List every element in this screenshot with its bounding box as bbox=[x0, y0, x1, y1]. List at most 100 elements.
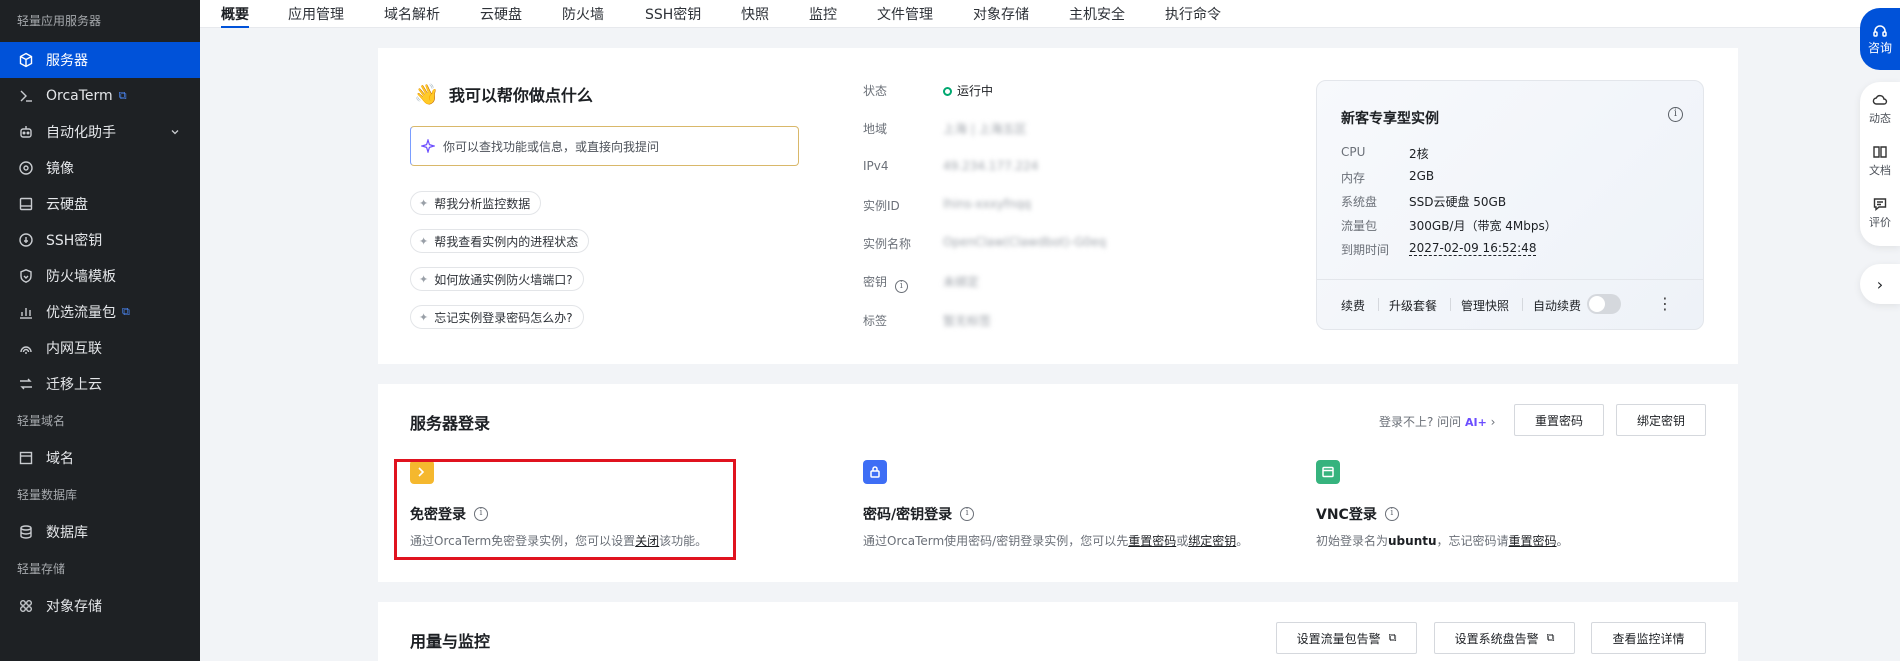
ai-suggestion-chip[interactable]: ✦ 如何放通实例防火墙端口? bbox=[410, 267, 584, 291]
tab-overview[interactable]: 概要 bbox=[221, 4, 249, 28]
news-button[interactable]: 动态 bbox=[1860, 92, 1900, 126]
tab-file-management[interactable]: 文件管理 bbox=[877, 4, 933, 24]
feedback-button[interactable]: 评价 bbox=[1860, 196, 1900, 230]
tag-label: 标签 bbox=[863, 314, 888, 328]
manage-snapshot-link[interactable]: 管理快照 bbox=[1461, 297, 1509, 314]
docs-button[interactable]: 文档 bbox=[1860, 144, 1900, 178]
tab-snapshot[interactable]: 快照 bbox=[741, 4, 769, 24]
sidebar-item-domain[interactable]: 域名 bbox=[0, 440, 200, 476]
sidebar-item-database[interactable]: 数据库 bbox=[0, 514, 200, 550]
instance-actions-bar: 续费 升级套餐 管理快照 自动续费 ⋮ bbox=[1317, 279, 1703, 329]
tab-monitor[interactable]: 监控 bbox=[809, 4, 837, 24]
shield-icon bbox=[18, 268, 34, 284]
sidebar-item-disk[interactable]: 云硬盘 bbox=[0, 186, 200, 222]
chevron-down-icon bbox=[170, 125, 180, 141]
server-login-card: 服务器登录 登录不上? 问问 AI+ › 重置密码 绑定密钥 免密登录 i 通过O… bbox=[378, 384, 1738, 582]
ipv4-label: IPv4 bbox=[863, 159, 889, 173]
reset-password-button[interactable]: 重置密码 bbox=[1514, 404, 1604, 436]
status-label: 状态 bbox=[863, 84, 888, 98]
external-link-icon: ⧉ bbox=[1388, 631, 1397, 644]
sidebar-item-firewall-template[interactable]: 防火墙模板 bbox=[0, 258, 200, 294]
ai-suggestion-chip[interactable]: ✦ 帮我分析监控数据 bbox=[410, 191, 542, 215]
reset-password-link[interactable]: 重置密码 bbox=[1128, 534, 1176, 548]
sidebar-group-title: 轻量数据库 bbox=[17, 488, 78, 502]
reset-password-link[interactable]: 重置密码 bbox=[1509, 534, 1557, 548]
sidebar-item-object-storage[interactable]: 对象存储 bbox=[0, 588, 200, 624]
external-link-icon: ⧉ bbox=[118, 89, 127, 102]
tab-ssh-key[interactable]: SSH密钥 bbox=[645, 4, 701, 24]
ai-badge: AI+ bbox=[1465, 416, 1487, 429]
sidebar-item-orcaterm[interactable]: OrcaTerm ⧉ bbox=[0, 78, 200, 114]
bind-key-button[interactable]: 绑定密钥 bbox=[1616, 404, 1706, 436]
view-monitor-details-button[interactable]: 查看监控详情 bbox=[1591, 622, 1706, 654]
cube-icon bbox=[18, 52, 34, 68]
region-value: 上海 | 上海五区 bbox=[943, 122, 1027, 136]
server-login-title: 服务器登录 bbox=[410, 414, 491, 433]
headset-icon bbox=[1873, 24, 1887, 37]
sparkle-icon: ✦ bbox=[419, 310, 429, 324]
key-icon bbox=[18, 232, 34, 248]
disable-link[interactable]: 关闭 bbox=[635, 534, 659, 548]
ai-suggestion-chip[interactable]: ✦ 忘记实例登录密码怎么办? bbox=[410, 305, 584, 329]
sidebar-item-traffic-pack[interactable]: 优选流量包 ⧉ bbox=[0, 294, 200, 330]
tab-cloud-disk[interactable]: 云硬盘 bbox=[480, 4, 522, 24]
tab-firewall[interactable]: 防火墙 bbox=[562, 4, 604, 24]
sidebar-item-automation[interactable]: 自动化助手 bbox=[0, 114, 200, 150]
ipv4-value: 49.234.177.224 bbox=[943, 159, 1039, 173]
sidebar-item-intranet[interactable]: 内网互联 bbox=[0, 330, 200, 366]
instance-name-label: 实例名称 bbox=[863, 237, 912, 251]
overview-card: 👋 我可以帮你做点什么 你可以查找功能或信息，或直接向我提问 ✦ 帮我分析监控数据… bbox=[378, 48, 1738, 364]
passwordless-login-title[interactable]: 免密登录 i bbox=[410, 504, 488, 524]
upgrade-plan-link[interactable]: 升级套餐 bbox=[1389, 297, 1437, 314]
comment-icon bbox=[1873, 198, 1887, 211]
ai-suggestion-chip[interactable]: ✦ 帮我查看实例内的进程状态 bbox=[410, 229, 590, 253]
renew-link[interactable]: 续费 bbox=[1341, 297, 1365, 314]
sidebar-item-label: 防火墙模板 bbox=[46, 269, 116, 285]
tab-run-command[interactable]: 执行命令 bbox=[1165, 4, 1221, 24]
tag-value: 暂无标签 bbox=[943, 314, 992, 328]
sidebar-group-title: 轻量存储 bbox=[17, 562, 66, 576]
ai-question-input[interactable]: 你可以查找功能或信息，或直接向我提问 bbox=[410, 126, 799, 166]
chevron-right-icon: › bbox=[1876, 274, 1884, 294]
tab-app-management[interactable]: 应用管理 bbox=[288, 4, 344, 24]
info-icon[interactable]: i bbox=[1668, 107, 1683, 122]
sidebar-item-label: 云硬盘 bbox=[46, 197, 88, 213]
lock-icon bbox=[863, 460, 887, 484]
suggestion-text: 帮我查看实例内的进程状态 bbox=[434, 234, 579, 249]
sidebar-item-label: 服务器 bbox=[46, 53, 88, 69]
sidebar-item-label: 对象存储 bbox=[46, 599, 102, 615]
tab-host-security[interactable]: 主机安全 bbox=[1069, 4, 1125, 24]
divider bbox=[1378, 298, 1379, 311]
sidebar-item-label: OrcaTerm bbox=[46, 88, 113, 104]
consult-label: 咨询 bbox=[1867, 40, 1892, 55]
sparkle-icon: ✦ bbox=[419, 196, 429, 210]
more-options-icon[interactable]: ⋮ bbox=[1657, 294, 1673, 313]
info-icon: i bbox=[474, 507, 488, 521]
consult-button[interactable]: 咨询 bbox=[1860, 8, 1900, 70]
login-help-link[interactable]: 登录不上? 问问 AI+ › bbox=[1379, 413, 1495, 430]
storage-icon bbox=[18, 598, 34, 614]
sidebar-item-server[interactable]: 服务器 bbox=[0, 42, 200, 78]
set-disk-alert-button[interactable]: 设置系统盘告警 ⧉ bbox=[1434, 622, 1575, 654]
sidebar-item-migrate[interactable]: 迁移上云 bbox=[0, 366, 200, 402]
bind-key-link[interactable]: 绑定密钥 bbox=[1188, 534, 1236, 548]
sparkle-icon: ✦ bbox=[419, 234, 429, 248]
vnc-screen-icon bbox=[1316, 460, 1340, 484]
collapse-panel-button[interactable]: › bbox=[1860, 264, 1900, 304]
toggle-knob bbox=[1589, 296, 1605, 312]
sidebar-item-label: 自动化助手 bbox=[46, 125, 116, 141]
tab-dns[interactable]: 域名解析 bbox=[384, 4, 440, 24]
key-value: 未绑定 bbox=[943, 275, 980, 289]
password-key-login-title[interactable]: 密码/密钥登录 i bbox=[863, 504, 975, 524]
sidebar-item-ssh-key[interactable]: SSH密钥 bbox=[0, 222, 200, 258]
traffic-chart-icon bbox=[18, 304, 34, 320]
sidebar-item-label: 域名 bbox=[46, 451, 74, 467]
tab-object-storage[interactable]: 对象存储 bbox=[973, 4, 1029, 24]
sparkle-icon: ✦ bbox=[419, 272, 429, 286]
vnc-login-title[interactable]: VNC登录 i bbox=[1316, 504, 1399, 524]
auto-renew-toggle[interactable] bbox=[1587, 294, 1621, 314]
region-label: 地域 bbox=[863, 122, 888, 136]
ai-input-placeholder: 你可以查找功能或信息，或直接向我提问 bbox=[443, 139, 660, 154]
sidebar-item-image[interactable]: 镜像 bbox=[0, 150, 200, 186]
set-traffic-alert-button[interactable]: 设置流量包告警 ⧉ bbox=[1276, 622, 1417, 654]
